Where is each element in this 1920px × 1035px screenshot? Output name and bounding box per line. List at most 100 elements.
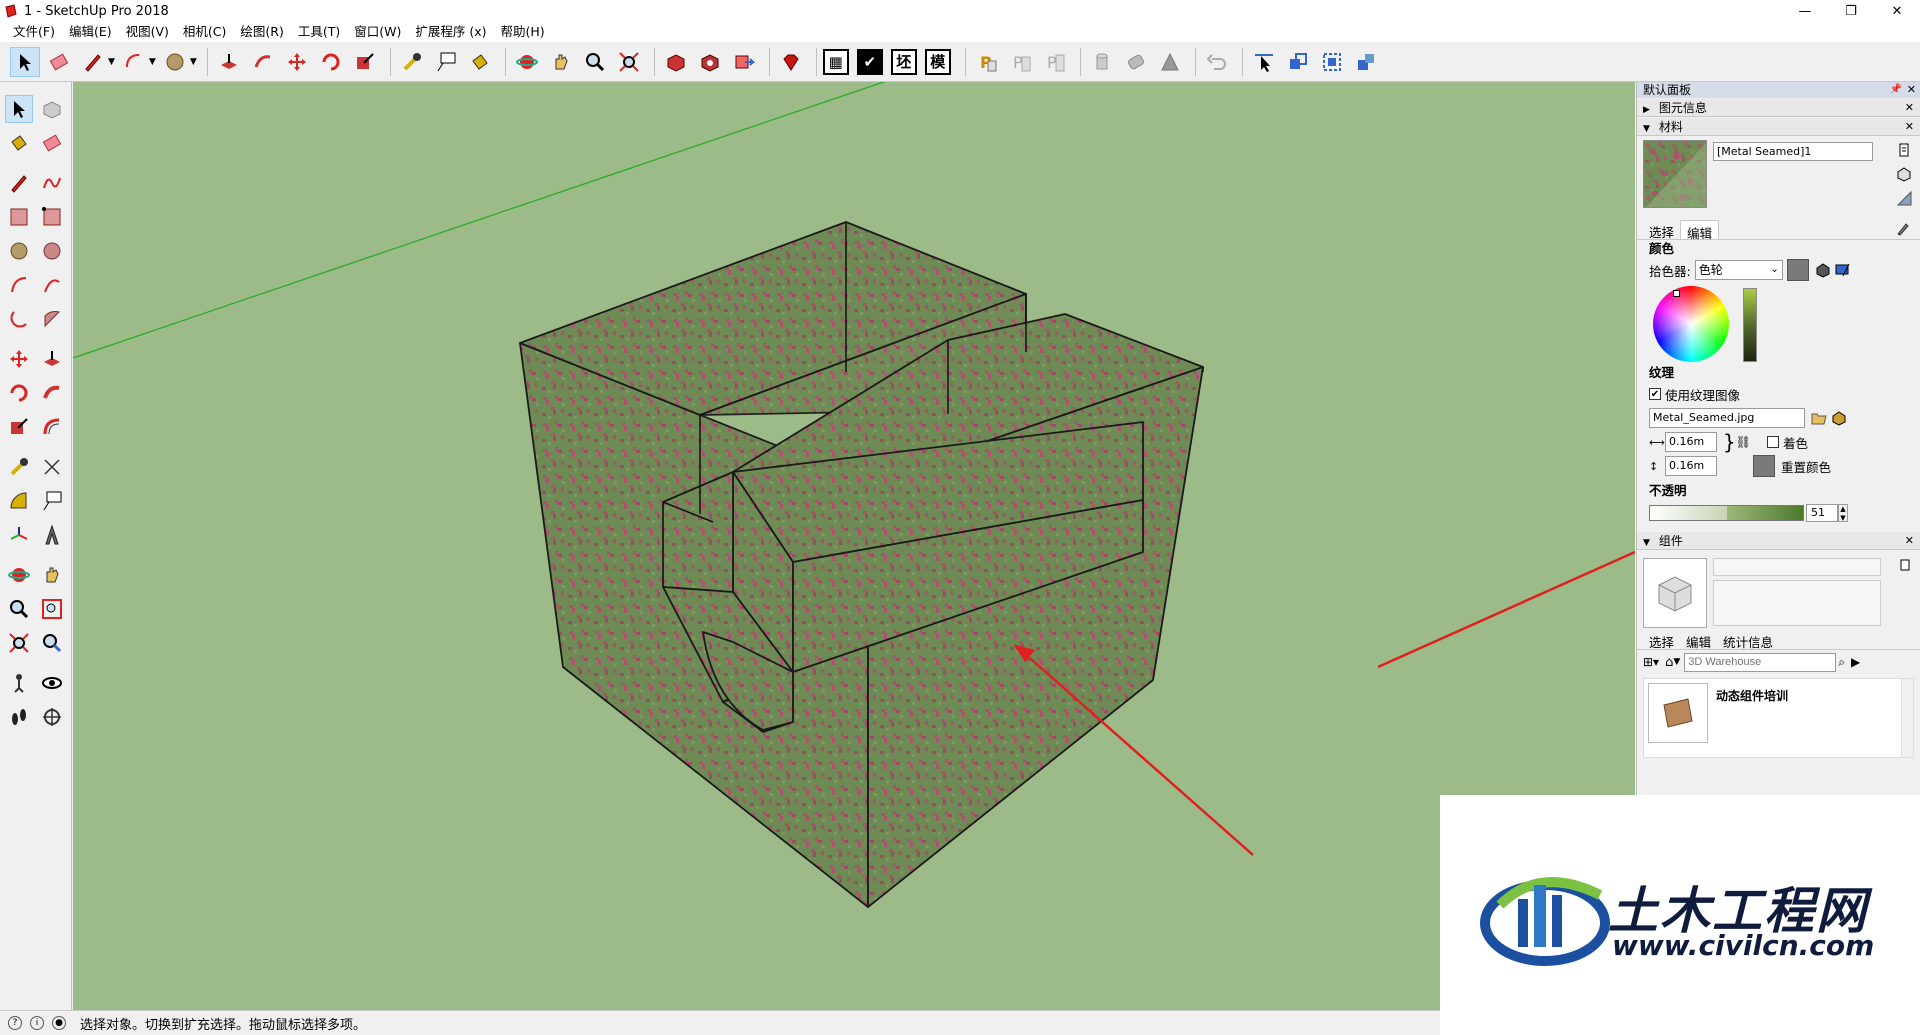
opacity-slider[interactable] (1649, 505, 1804, 521)
model-viewport[interactable] (73, 82, 1635, 1010)
opacity-value-field[interactable]: 51 (1806, 504, 1838, 522)
sample-paint-icon[interactable] (1896, 222, 1910, 236)
arc-tool-button[interactable] (119, 47, 149, 77)
edit-texture-icon[interactable] (1831, 410, 1847, 426)
tent-tool-button[interactable] (1155, 47, 1185, 77)
brightness-slider[interactable] (1743, 288, 1757, 362)
rotated-rectangle-tool[interactable] (38, 203, 66, 231)
texture-height-field[interactable]: 0.16m (1665, 456, 1717, 476)
components-scrollbar[interactable] (1901, 679, 1913, 757)
current-color-swatch[interactable] (1786, 259, 1809, 281)
search-icon[interactable]: ⌕ (1838, 655, 1845, 670)
close-tray-icon[interactable]: ✕ (1907, 82, 1916, 98)
plugin-disabled-2-button[interactable]: P (1040, 47, 1070, 77)
look-around-tool[interactable] (38, 669, 66, 697)
previous-view-tool[interactable] (38, 629, 66, 657)
match-screen-color-icon[interactable] (1835, 262, 1851, 278)
credits-icon[interactable]: i (30, 1016, 44, 1030)
opacity-spinner[interactable]: ▲ ▼ (1838, 504, 1848, 522)
move-tool[interactable] (5, 345, 33, 373)
component-tool-button[interactable] (1317, 47, 1347, 77)
walk-tool[interactable] (5, 703, 33, 731)
text-tool-button[interactable] (431, 47, 461, 77)
color-wheel[interactable] (1653, 286, 1729, 362)
rotate-tool-button[interactable] (316, 47, 346, 77)
list-item[interactable]: 动态组件培训 (1644, 679, 1913, 743)
create-material-icon[interactable] (1896, 142, 1912, 158)
zoom-extents-tool[interactable] (5, 629, 33, 657)
two-point-arc-tool[interactable] (38, 271, 66, 299)
color-wheel-marker[interactable] (1673, 290, 1680, 297)
line-dropdown-icon[interactable]: ▼ (108, 57, 115, 67)
table-icon[interactable]: ▦ (822, 48, 849, 75)
tape-measure-tool[interactable] (5, 453, 33, 481)
tab-materials-select[interactable]: 选择 (1643, 220, 1680, 240)
circle-tool-button[interactable] (160, 47, 190, 77)
close-section-icon[interactable]: ✕ (1905, 99, 1914, 117)
minimize-button[interactable]: — (1782, 0, 1828, 22)
extension-warehouse-button[interactable] (695, 47, 725, 77)
follow-me-tool[interactable] (38, 379, 66, 407)
entity-info-header[interactable]: ▶ 图元信息 ✕ (1637, 99, 1920, 117)
menu-draw[interactable]: 绘图(R) (233, 22, 290, 42)
select-tool-button[interactable] (10, 46, 40, 77)
colorize-checkbox[interactable] (1766, 436, 1779, 448)
blank-button[interactable]: 坯 (890, 48, 917, 75)
3d-text-tool[interactable] (38, 521, 66, 549)
position-camera-tool[interactable] (5, 669, 33, 697)
tab-components-statistics[interactable]: 统计信息 (1717, 630, 1779, 650)
zoom-button[interactable] (580, 47, 610, 77)
warehouse-button[interactable] (661, 47, 691, 77)
material-name-field[interactable]: [Metal Seamed]1 (1713, 142, 1873, 161)
push-pull-tool[interactable] (38, 345, 66, 373)
eraser-tool-button[interactable] (44, 47, 74, 77)
close-button[interactable]: ✕ (1874, 0, 1920, 22)
rectangle-tool[interactable] (5, 203, 33, 231)
menu-file[interactable]: 文件(F) (6, 22, 62, 42)
freehand-tool[interactable] (38, 169, 66, 197)
line-tool-button[interactable] (78, 47, 108, 77)
default-material-icon[interactable] (1896, 190, 1912, 206)
scale-tool-button[interactable] (350, 47, 380, 77)
cylinder-tool-button[interactable] (1087, 47, 1117, 77)
menu-extensions[interactable]: 扩展程序 (x) (408, 22, 493, 42)
components-header[interactable]: ▼ 组件 ✕ (1637, 532, 1920, 550)
circle-tool[interactable] (5, 237, 33, 265)
scale-tool[interactable] (5, 413, 33, 441)
undo-button[interactable] (1202, 47, 1232, 77)
group-tool-button[interactable] (1283, 47, 1313, 77)
pan-button[interactable] (546, 47, 576, 77)
reset-color-swatch[interactable] (1753, 455, 1775, 477)
menu-edit[interactable]: 编辑(E) (62, 22, 119, 42)
plugin-p-button[interactable]: P (972, 47, 1002, 77)
move-tool-button[interactable] (282, 47, 312, 77)
protractor-tool[interactable] (5, 487, 33, 515)
menu-camera[interactable]: 相机(C) (176, 22, 233, 42)
section-plane-tool[interactable] (38, 703, 66, 731)
checkmark-icon[interactable]: ✔ (856, 48, 883, 75)
match-model-color-icon[interactable] (1815, 262, 1831, 278)
menu-help[interactable]: 帮助(H) (494, 22, 552, 42)
plugin-disabled-1-button[interactable]: P (1006, 47, 1036, 77)
dimension-tool[interactable] (38, 453, 66, 481)
pie-tool[interactable] (38, 305, 66, 333)
restore-button[interactable]: ❐ (1828, 0, 1874, 22)
arc-dropdown-icon[interactable]: ▼ (149, 57, 156, 67)
shape-dropdown-icon[interactable]: ▼ (190, 57, 197, 67)
close-section-icon[interactable]: ✕ (1905, 118, 1914, 136)
explode-tool-button[interactable] (1351, 47, 1381, 77)
eraser-tool[interactable] (38, 129, 66, 157)
texture-width-field[interactable]: 0.16m (1665, 432, 1717, 452)
polygon-tool[interactable] (38, 237, 66, 265)
chevron-down-icon[interactable]: ▼ (1673, 657, 1680, 667)
paint-bucket-button[interactable] (465, 47, 495, 77)
arc-tool[interactable] (5, 271, 33, 299)
axes-tool[interactable] (5, 521, 33, 549)
close-section-icon[interactable]: ✕ (1905, 532, 1914, 550)
texture-file-field[interactable]: Metal_Seamed.jpg (1649, 408, 1805, 428)
zoom-window-tool[interactable] (38, 595, 66, 623)
tab-materials-edit[interactable]: 编辑 (1680, 220, 1720, 241)
material-browser-icon[interactable] (1896, 166, 1912, 182)
orbit-button[interactable] (512, 47, 542, 77)
three-point-arc-tool[interactable] (5, 305, 33, 333)
